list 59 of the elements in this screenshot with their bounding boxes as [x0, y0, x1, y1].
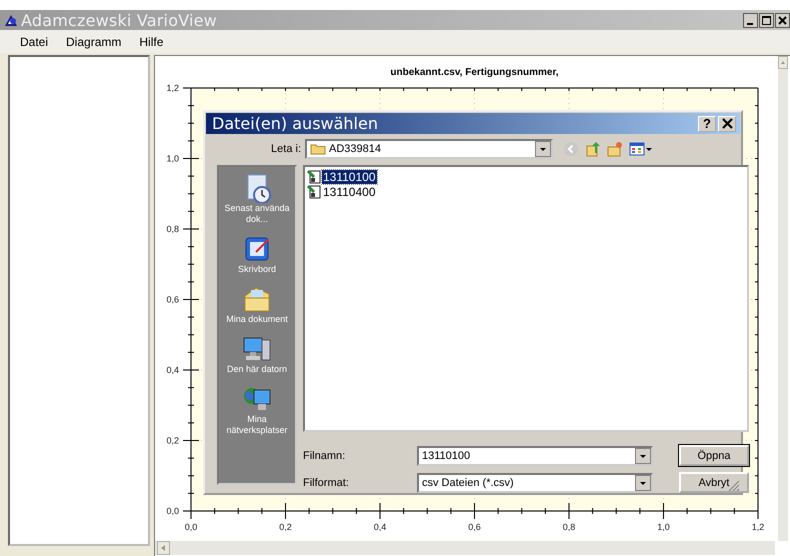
tick-label: 1,2 [166, 83, 179, 93]
tick-label: 0,4 [374, 522, 386, 532]
place-label: Mina nätverksplatser [225, 414, 289, 436]
places-item[interactable]: Mina nätverksplatser [219, 384, 295, 436]
look-in-dropdown[interactable]: AD339814 [305, 138, 553, 159]
places-item[interactable]: Senast använda dok... [219, 173, 295, 225]
place-label: Senast använda dok... [223, 203, 291, 225]
dropdown-value: AD339814 [329, 142, 382, 155]
tick-label: 0,8 [562, 522, 576, 532]
horizontal-scrollbar[interactable] [155, 541, 775, 555]
chart-title: unbekannt.csv, Fertigungsnummer, [390, 67, 559, 78]
file-item[interactable]: 13110100 [307, 169, 376, 184]
dropdown-value: csv Dateien (*.csv) [422, 476, 515, 488]
file-type-dropdown[interactable]: csv Dateien (*.csv) [417, 472, 653, 492]
open-button[interactable]: Öppna [679, 445, 749, 466]
tick-label: 0,0 [166, 506, 179, 516]
window-title: Adamczewski VarioView [21, 10, 217, 30]
tick-label: 1,0 [166, 154, 179, 164]
place-label: Skrivbord [238, 264, 276, 275]
view-menu-icon[interactable] [629, 140, 653, 157]
file-type-label: Filformat: [303, 476, 350, 488]
help-button[interactable]: ? [698, 116, 716, 132]
places-item[interactable]: Den här datorn [219, 334, 295, 375]
file-name: 13110400 [322, 184, 376, 198]
csv-file-icon [307, 170, 321, 184]
close-button[interactable] [718, 116, 736, 132]
tick-label: 0,6 [166, 294, 179, 304]
menu-item[interactable]: Datei [20, 34, 48, 48]
tick-label: 0,0 [184, 522, 198, 532]
close-icon[interactable] [775, 12, 790, 28]
tick-label: 0,6 [468, 522, 481, 532]
dialog-title: Datei(en) auswählen [212, 114, 378, 134]
file-name-label: Filnamn: [303, 450, 346, 462]
close-icon [722, 118, 732, 130]
file-name: 13110100 [322, 170, 376, 184]
places-item[interactable]: Skrivbord [219, 234, 295, 275]
cancel-button[interactable]: Avbryt [679, 472, 749, 493]
app-logo-icon [4, 14, 18, 26]
tick-label: 1,2 [752, 522, 764, 532]
tick-label: 1,0 [657, 522, 670, 532]
tick-label: 0,4 [166, 365, 179, 375]
menu-item[interactable]: Hilfe [139, 34, 164, 48]
place-label: Mina dokument [226, 314, 288, 325]
places-item[interactable]: Mina dokument [219, 284, 295, 325]
look-in-label: Leta i: [270, 142, 302, 155]
csv-file-icon [307, 184, 321, 198]
place-label: Den här datorn [226, 364, 288, 375]
file-item[interactable]: 13110400 [307, 184, 376, 199]
tick-label: 0,2 [279, 522, 292, 532]
tick-label: 0,2 [166, 436, 179, 446]
menu-item[interactable]: Diagramm [66, 34, 122, 48]
vertical-scrollbar[interactable] [778, 56, 788, 541]
dropdown-value: 13110100 [422, 450, 472, 462]
maximize-icon[interactable] [759, 12, 774, 28]
tick-label: 0,8 [166, 224, 179, 234]
folder-icon [310, 142, 326, 156]
minimize-icon[interactable] [743, 12, 758, 28]
resize-grip-icon[interactable] [728, 480, 740, 492]
file-name-dropdown[interactable]: 13110100 [417, 446, 653, 466]
